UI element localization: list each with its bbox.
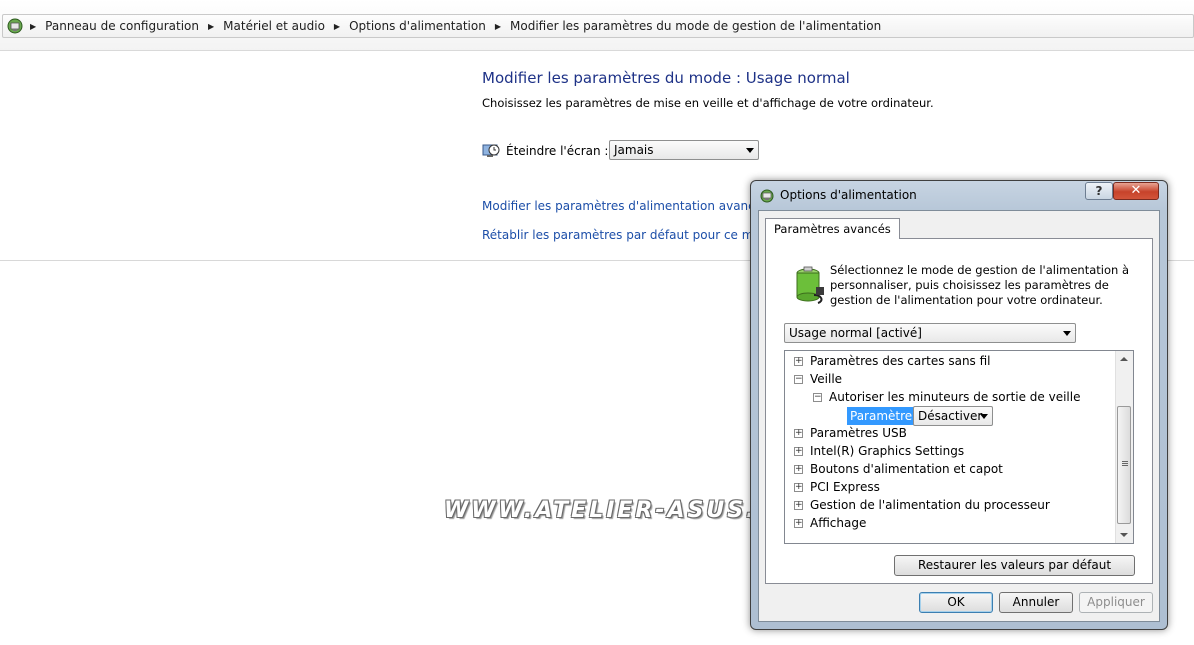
dialog-titlebar[interactable]: Options d'alimentation ? ✕ bbox=[751, 181, 1167, 209]
restore-defaults-link[interactable]: Rétablir les paramètres par défaut pour … bbox=[482, 228, 776, 242]
breadcrumb-item-hardware-audio[interactable]: Matériel et audio bbox=[223, 19, 325, 33]
control-panel-icon bbox=[7, 18, 23, 34]
dropdown-arrow-icon[interactable] bbox=[980, 414, 988, 419]
page-title: Modifier les paramètres du mode : Usage … bbox=[482, 69, 850, 87]
wake-timers-value: Désactiver bbox=[918, 409, 983, 423]
battery-plug-icon bbox=[796, 266, 824, 304]
tree-item-label: Gestion de l'alimentation du processeur bbox=[810, 498, 1050, 512]
plan-select[interactable]: Usage normal [activé] bbox=[784, 323, 1076, 343]
dialog-description: Sélectionnez le mode de gestion de l'ali… bbox=[830, 263, 1130, 307]
power-options-dialog: Options d'alimentation ? ✕ Paramètres av… bbox=[750, 180, 1168, 630]
scroll-thumb[interactable] bbox=[1117, 406, 1131, 524]
advanced-settings-panel: Sélectionnez le mode de gestion de l'ali… bbox=[765, 238, 1153, 584]
screen-off-value: Jamais bbox=[614, 143, 654, 157]
breadcrumb-item-control-panel[interactable]: Panneau de configuration bbox=[45, 19, 199, 33]
expand-icon[interactable]: + bbox=[794, 519, 803, 528]
plan-select-value: Usage normal [activé] bbox=[789, 326, 922, 340]
dropdown-arrow-icon[interactable] bbox=[1063, 331, 1071, 336]
expand-icon[interactable]: + bbox=[794, 501, 803, 510]
close-button[interactable]: ✕ bbox=[1113, 182, 1159, 200]
tab-advanced-settings[interactable]: Paramètres avancés bbox=[765, 218, 900, 239]
expand-icon[interactable]: + bbox=[794, 357, 803, 366]
setting-param-label[interactable]: Paramètre : bbox=[847, 407, 924, 425]
ok-button[interactable]: OK bbox=[919, 592, 993, 613]
expand-icon[interactable]: + bbox=[794, 465, 803, 474]
tree-item-label: Autoriser les minuteurs de sortie de vei… bbox=[829, 390, 1081, 404]
screen-off-select[interactable]: Jamais bbox=[609, 140, 759, 160]
dropdown-arrow-icon[interactable] bbox=[746, 148, 754, 153]
tree-item-label: Paramètres des cartes sans fil bbox=[810, 354, 991, 368]
collapse-icon[interactable]: − bbox=[813, 393, 822, 402]
screen-off-row: Éteindre l'écran : bbox=[482, 139, 608, 163]
expand-icon[interactable]: + bbox=[794, 429, 803, 438]
breadcrumb-separator-icon[interactable]: ▶ bbox=[334, 22, 340, 31]
scroll-up-icon[interactable] bbox=[1120, 357, 1128, 361]
breadcrumb[interactable]: ▶ Panneau de configuration ▶ Matériel et… bbox=[2, 14, 1194, 38]
tree-item-label: Intel(R) Graphics Settings bbox=[810, 444, 965, 458]
breadcrumb-separator-icon[interactable]: ▶ bbox=[30, 22, 36, 31]
grip-icon bbox=[1122, 461, 1128, 462]
tree-item-label: Paramètres USB bbox=[810, 426, 907, 440]
dialog-title: Options d'alimentation bbox=[780, 188, 917, 202]
breadcrumb-item-power-options[interactable]: Options d'alimentation bbox=[349, 19, 486, 33]
help-button[interactable]: ? bbox=[1085, 182, 1113, 200]
tree-item-label: Affichage bbox=[810, 516, 867, 530]
breadcrumb-item-edit-plan[interactable]: Modifier les paramètres du mode de gesti… bbox=[510, 19, 881, 33]
breadcrumb-separator-icon[interactable]: ▶ bbox=[495, 22, 501, 31]
tree-item-label: Boutons d'alimentation et capot bbox=[810, 462, 1003, 476]
page-subtitle: Choisissez les paramètres de mise en vei… bbox=[482, 96, 934, 110]
advanced-settings-link[interactable]: Modifier les paramètres d'alimentation a… bbox=[482, 199, 768, 213]
dialog-client: Paramètres avancés Sélectionnez le mode … bbox=[758, 210, 1160, 622]
tree-item-label: Veille bbox=[810, 372, 843, 386]
settings-tree[interactable]: + Paramètres des cartes sans fil − Veill… bbox=[784, 350, 1134, 544]
collapse-icon[interactable]: − bbox=[794, 375, 803, 384]
watermark: WWW.ATELIER-ASUS.FR bbox=[444, 498, 796, 523]
power-options-icon bbox=[760, 189, 774, 203]
expand-icon[interactable]: + bbox=[794, 483, 803, 492]
address-bar: ▶ Panneau de configuration ▶ Matériel et… bbox=[0, 0, 1194, 51]
tree-scrollbar[interactable] bbox=[1115, 351, 1133, 543]
apply-button[interactable]: Appliquer bbox=[1079, 592, 1153, 613]
tree-item-label: PCI Express bbox=[810, 480, 880, 494]
breadcrumb-separator-icon[interactable]: ▶ bbox=[208, 22, 214, 31]
expand-icon[interactable]: + bbox=[794, 447, 803, 456]
restore-defaults-button[interactable]: Restaurer les valeurs par défaut bbox=[894, 555, 1135, 576]
screen-off-label: Éteindre l'écran : bbox=[506, 144, 609, 158]
wake-timers-select[interactable]: Désactiver bbox=[913, 406, 993, 426]
scroll-down-icon[interactable] bbox=[1120, 533, 1128, 537]
monitor-clock-icon bbox=[482, 144, 500, 157]
cancel-button[interactable]: Annuler bbox=[999, 592, 1073, 613]
